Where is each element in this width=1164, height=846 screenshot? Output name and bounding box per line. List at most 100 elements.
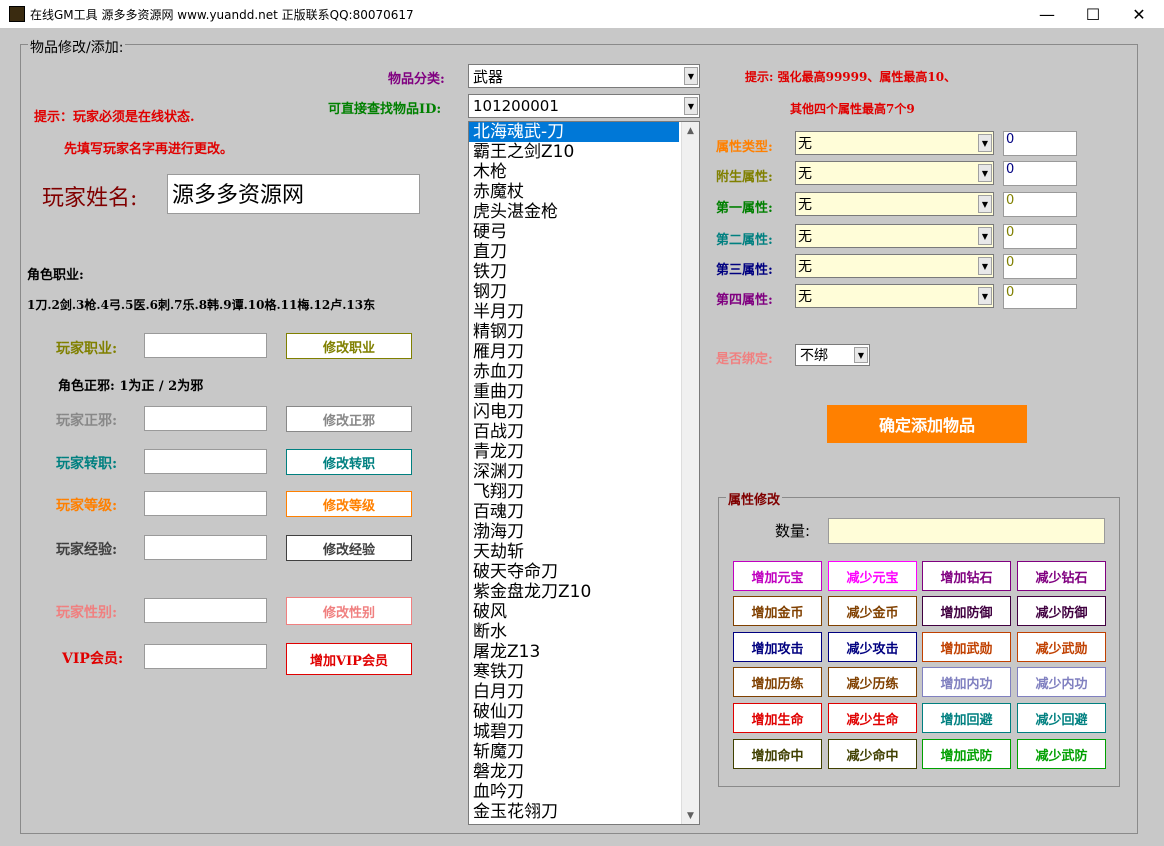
list-item[interactable]: 破天夺命刀: [469, 562, 679, 582]
attr-modify-button[interactable]: 增加金币: [733, 596, 822, 626]
list-item[interactable]: 深渊刀: [469, 462, 679, 482]
list-item[interactable]: 屠龙Z13: [469, 642, 679, 662]
attr-modify-button[interactable]: 减少内功: [1017, 667, 1106, 697]
list-item[interactable]: 北海魂武-刀: [469, 122, 679, 142]
list-item[interactable]: 白月刀: [469, 682, 679, 702]
list-item[interactable]: 破仙刀: [469, 702, 679, 722]
attr-modify-button[interactable]: 增加历练: [733, 667, 822, 697]
list-item[interactable]: 磐龙刀: [469, 762, 679, 782]
list-item[interactable]: 断水: [469, 622, 679, 642]
attr-select[interactable]: 无 ▼: [795, 131, 994, 155]
qty-input[interactable]: [828, 518, 1105, 544]
chevron-down-icon[interactable]: ▼: [854, 347, 868, 363]
list-item[interactable]: 赤魔杖: [469, 182, 679, 202]
list-item[interactable]: 木枪: [469, 162, 679, 182]
attr-number-input[interactable]: 0: [1003, 161, 1077, 186]
list-item[interactable]: 渤海刀: [469, 522, 679, 542]
attr-modify-button[interactable]: 减少命中: [828, 739, 917, 769]
list-item[interactable]: 霸王之剑Z10: [469, 142, 679, 162]
list-item[interactable]: 飞翔刀: [469, 482, 679, 502]
maximize-button[interactable]: ☐: [1070, 0, 1116, 28]
attr-number-input[interactable]: 0: [1003, 131, 1077, 156]
chevron-down-icon[interactable]: ▼: [978, 164, 992, 182]
list-item[interactable]: 铁刀: [469, 262, 679, 282]
list-item[interactable]: 重曲刀: [469, 382, 679, 402]
attr-modify-button[interactable]: 增加武防: [922, 739, 1011, 769]
list-item[interactable]: 直刀: [469, 242, 679, 262]
list-item[interactable]: 赤血刀: [469, 362, 679, 382]
list-item[interactable]: 紫金盘龙刀Z10: [469, 582, 679, 602]
list-scrollbar[interactable]: ▲ ▼: [681, 122, 699, 824]
list-item[interactable]: 斩魔刀: [469, 742, 679, 762]
attr-number-input[interactable]: 0: [1003, 254, 1077, 279]
level-input[interactable]: [144, 491, 267, 516]
minimize-button[interactable]: —: [1024, 0, 1070, 28]
attr-modify-button[interactable]: 减少元宝: [828, 561, 917, 591]
attr-modify-button[interactable]: 减少攻击: [828, 632, 917, 662]
modify-transfer-button[interactable]: 修改转职: [286, 449, 412, 475]
attr-modify-button[interactable]: 增加内功: [922, 667, 1011, 697]
list-item[interactable]: 虎头湛金枪: [469, 202, 679, 222]
list-item[interactable]: 百战刀: [469, 422, 679, 442]
chevron-down-icon[interactable]: ▼: [978, 287, 992, 305]
attr-select[interactable]: 无 ▼: [795, 161, 994, 185]
list-item[interactable]: 雁月刀: [469, 342, 679, 362]
attr-modify-button[interactable]: 增加攻击: [733, 632, 822, 662]
attr-modify-button[interactable]: 减少回避: [1017, 703, 1106, 733]
chevron-down-icon[interactable]: ▼: [978, 257, 992, 275]
chevron-down-icon[interactable]: ▼: [684, 97, 698, 115]
align-input[interactable]: [144, 406, 267, 431]
job-input[interactable]: [144, 333, 267, 358]
list-item[interactable]: 天劫斩: [469, 542, 679, 562]
exp-input[interactable]: [144, 535, 267, 560]
list-item[interactable]: 半月刀: [469, 302, 679, 322]
list-item[interactable]: 硬弓: [469, 222, 679, 242]
chevron-down-icon[interactable]: ▼: [978, 134, 992, 152]
scroll-down-icon[interactable]: ▼: [682, 807, 699, 824]
vip-input[interactable]: [144, 644, 267, 669]
attr-modify-button[interactable]: 减少武防: [1017, 739, 1106, 769]
list-item[interactable]: 青龙刀: [469, 442, 679, 462]
attr-modify-button[interactable]: 增加防御: [922, 596, 1011, 626]
attr-select[interactable]: 无 ▼: [795, 284, 994, 308]
modify-exp-button[interactable]: 修改经验: [286, 535, 412, 561]
list-item[interactable]: 城碧刀: [469, 722, 679, 742]
scroll-up-icon[interactable]: ▲: [682, 122, 699, 139]
attr-number-input[interactable]: 0: [1003, 284, 1077, 309]
attr-modify-button[interactable]: 增加生命: [733, 703, 822, 733]
transfer-input[interactable]: [144, 449, 267, 474]
attr-modify-button[interactable]: 减少历练: [828, 667, 917, 697]
attr-modify-button[interactable]: 减少钻石: [1017, 561, 1106, 591]
list-item[interactable]: 百魂刀: [469, 502, 679, 522]
attr-modify-button[interactable]: 增加武勋: [922, 632, 1011, 662]
bind-select[interactable]: 不绑 ▼: [795, 344, 870, 366]
list-item[interactable]: 寒铁刀: [469, 662, 679, 682]
list-item[interactable]: 血吟刀: [469, 782, 679, 802]
player-name-input[interactable]: 源多多资源网: [167, 174, 420, 214]
category-select[interactable]: 武器 ▼: [468, 64, 700, 88]
attr-modify-button[interactable]: 减少武勋: [1017, 632, 1106, 662]
list-item[interactable]: 破风: [469, 602, 679, 622]
attr-modify-button[interactable]: 减少生命: [828, 703, 917, 733]
attr-modify-button[interactable]: 增加钻石: [922, 561, 1011, 591]
attr-select[interactable]: 无 ▼: [795, 254, 994, 278]
modify-job-button[interactable]: 修改职业: [286, 333, 412, 359]
add-vip-button[interactable]: 增加VIP会员: [286, 643, 412, 675]
attr-modify-button[interactable]: 增加元宝: [733, 561, 822, 591]
chevron-down-icon[interactable]: ▼: [978, 227, 992, 245]
attr-select[interactable]: 无 ▼: [795, 224, 994, 248]
modify-align-button[interactable]: 修改正邪: [286, 406, 412, 432]
modify-gender-button[interactable]: 修改性别: [286, 597, 412, 625]
confirm-add-item-button[interactable]: 确定添加物品: [827, 405, 1027, 443]
item-dropdown-list[interactable]: 北海魂武-刀 霸王之剑Z10 木枪 赤魔杖 虎头湛金枪 硬弓 直刀 铁刀 钢刀 半月刀 精钢刀 雁月刀…: [468, 121, 700, 825]
gender-input[interactable]: [144, 598, 267, 623]
attr-select[interactable]: 无 ▼: [795, 192, 994, 216]
modify-level-button[interactable]: 修改等级: [286, 491, 412, 517]
close-button[interactable]: ✕: [1116, 0, 1162, 28]
list-item[interactable]: 钢刀: [469, 282, 679, 302]
list-item[interactable]: 精钢刀: [469, 322, 679, 342]
chevron-down-icon[interactable]: ▼: [684, 67, 698, 85]
attr-modify-button[interactable]: 减少防御: [1017, 596, 1106, 626]
chevron-down-icon[interactable]: ▼: [978, 195, 992, 213]
item-id-combo[interactable]: 101200001 ▼: [468, 94, 700, 118]
